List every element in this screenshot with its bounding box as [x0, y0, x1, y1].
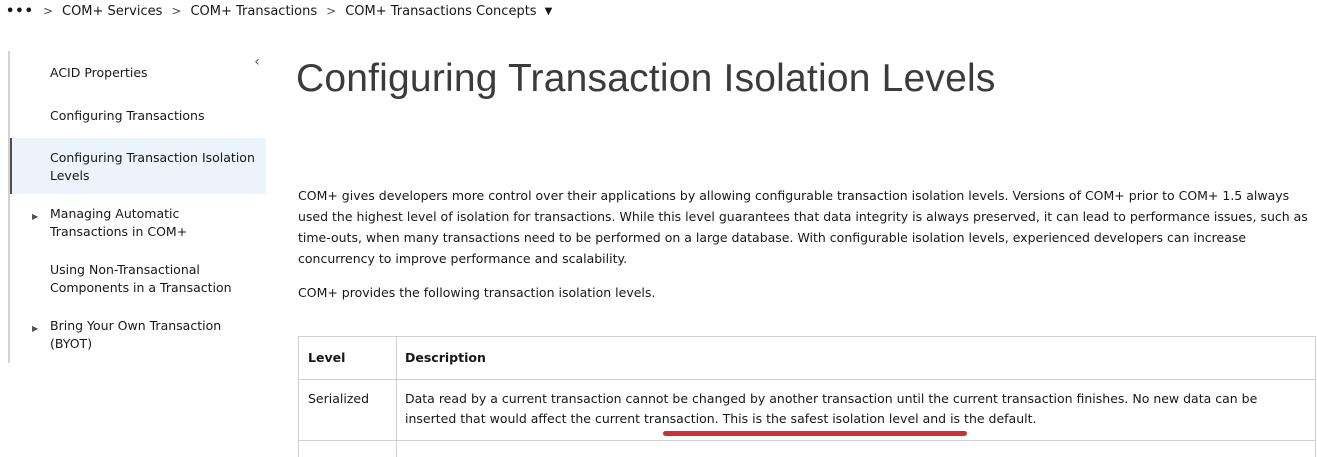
expand-arrow-icon[interactable]: ▶ [32, 320, 38, 338]
expand-arrow-icon[interactable]: ▶ [32, 208, 38, 226]
more-options-icon[interactable]: ••• [6, 4, 34, 19]
toc-item-configuring-isolation-levels[interactable]: Configuring Transaction Isolation Levels [10, 138, 266, 194]
breadcrumb-com-services[interactable]: COM+ Services [62, 4, 162, 19]
column-header-level: Level [308, 350, 346, 365]
toc-item-byot[interactable]: ▶ Bring Your Own Transaction (BYOT) [12, 317, 266, 355]
toc-item-configuring-transactions[interactable]: Configuring Transactions [12, 106, 266, 126]
breadcrumb-separator: > [326, 4, 337, 18]
table-of-contents: ACID Properties Configuring Transactions… [8, 51, 266, 363]
breadcrumb: ••• > COM+ Services > COM+ Transactions … [6, 2, 552, 20]
table-cell-level: Serialized [308, 391, 370, 406]
levels-intro-paragraph: COM+ provides the following transaction … [298, 285, 656, 300]
breadcrumb-com-transactions-concepts[interactable]: COM+ Transactions Concepts [345, 4, 536, 19]
breadcrumb-com-transactions[interactable]: COM+ Transactions [190, 4, 317, 19]
toc-item-label: Using Non-Transactional Components in a … [50, 262, 232, 295]
isolation-levels-table: Level Description Serialized Data read b… [298, 336, 1316, 457]
toc-item-non-transactional-components[interactable]: Using Non-Transactional Components in a … [12, 261, 266, 299]
breadcrumb-separator: > [42, 4, 53, 18]
toc-item-label: ACID Properties [50, 65, 148, 80]
toc-item-label: Managing Automatic Transactions in COM+ [50, 206, 188, 239]
toc-item-acid-properties[interactable]: ACID Properties [12, 63, 266, 83]
table-header-row: Level Description [299, 337, 1315, 380]
breadcrumb-separator: > [171, 4, 182, 18]
table-cell-description: Data read by a current transaction canno… [405, 389, 1305, 429]
toc-item-label: Configuring Transaction Isolation Levels [50, 150, 255, 183]
caret-down-icon[interactable]: ▼ [545, 6, 553, 17]
toc-item-managing-automatic-transactions[interactable]: ▶ Managing Automatic Transactions in COM… [12, 205, 266, 243]
chevron-left-icon[interactable]: ‹ [251, 54, 263, 70]
toc-item-label: Configuring Transactions [50, 108, 205, 123]
default-level-text: This is the safest isolation level and i… [722, 411, 1037, 426]
column-header-description: Description [405, 350, 486, 365]
intro-paragraph: COM+ gives developers more control over … [298, 188, 1308, 266]
page-title: Configuring Transaction Isolation Levels [296, 57, 996, 100]
red-underline-annotation [663, 431, 967, 436]
toc-item-label: Bring Your Own Transaction (BYOT) [50, 318, 222, 351]
